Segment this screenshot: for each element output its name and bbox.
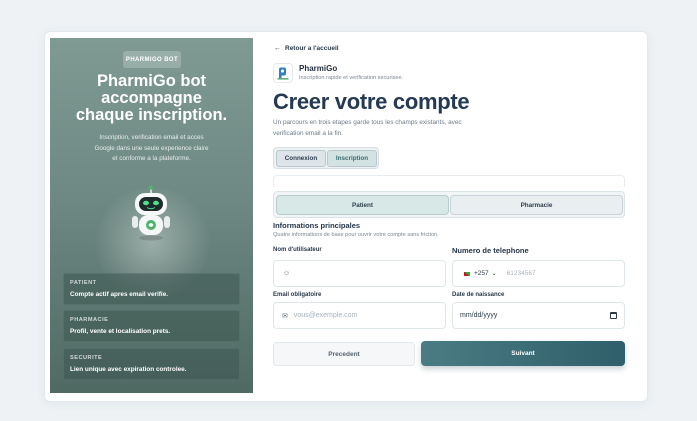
phone-label: Numero de telephone: [452, 246, 529, 255]
hero-title-line: chaque inscription.: [75, 106, 228, 124]
info-card-security: SECURITE Lien unique avec expiration con…: [63, 348, 240, 380]
burundi-flag-icon: [463, 270, 471, 277]
card-key: PHARMACIE: [70, 317, 109, 323]
next-button[interactable]: Suivant: [421, 341, 625, 366]
section-title: Informations principales: [273, 221, 361, 230]
chevron-down-icon: ⌄: [491, 271, 497, 277]
robot-mascot-icon: [132, 185, 170, 241]
page-title: Creer votre compte: [273, 89, 470, 114]
phone-input[interactable]: 61234567: [507, 270, 536, 277]
email-label: Email obligatoire: [273, 292, 322, 298]
card-value: Lien unique avec expiration controlee.: [70, 366, 187, 373]
hero-desc-line: Inscription, verification email et acces: [99, 134, 204, 141]
card-value: Compte actif apres email verifie.: [70, 291, 169, 298]
page-intro: Un parcours en trois etapes garde tous l…: [273, 117, 503, 139]
role-tab-pharmacy[interactable]: Pharmacie: [450, 195, 623, 215]
hero-desc-line: et conforme a la plateforme.: [112, 155, 191, 162]
intro-line: verification email a la fin.: [273, 130, 343, 137]
birthdate-label: Date de naissance: [452, 292, 505, 298]
card-key: PATIENT: [70, 280, 97, 286]
previous-button[interactable]: Precedent: [273, 342, 415, 366]
country-code: +257: [474, 270, 489, 277]
hero-desc-line: Google dans une seule experience claire: [94, 144, 209, 152]
card-key: SECURITE: [70, 355, 103, 361]
tab-signup[interactable]: Inscription: [327, 150, 377, 167]
user-icon: ☺: [283, 270, 291, 277]
pharmigo-logo-icon: [277, 67, 289, 79]
bot-badge: PHARMIGO BOT: [123, 51, 181, 68]
tab-login[interactable]: Connexion: [276, 150, 326, 167]
email-field[interactable]: ✉ vous@exemple.com: [273, 302, 446, 329]
calendar-icon[interactable]: [610, 312, 617, 319]
back-label: Retour a l'accueil: [285, 45, 339, 52]
arrow-left-icon: ←: [274, 45, 281, 52]
role-tab-patient[interactable]: Patient: [276, 195, 449, 215]
birthdate-placeholder: mm/dd/yyyy: [460, 312, 498, 319]
birthdate-field[interactable]: mm/dd/yyyy: [452, 302, 625, 329]
hero-title-line: accompagne: [101, 89, 202, 107]
left-hero-panel: PHARMIGO BOT PharmiGo bot accompagne cha…: [50, 38, 253, 393]
section-subtitle: Quatre informations de base pour ouvrir …: [273, 232, 439, 238]
info-card-pharmacy: PHARMACIE Profil, vente et localisation …: [63, 310, 240, 342]
signup-form-panel: ← Retour a l'accueil PharmiGo Inscriptio…: [258, 31, 648, 402]
brand-subtitle: Inscription rapide et verification secur…: [299, 75, 404, 81]
country-selector[interactable]: +257 ⌄: [463, 270, 505, 277]
progress-divider: [273, 175, 625, 187]
username-field[interactable]: ☺: [273, 260, 446, 287]
hero-title-line: PharmiGo bot: [96, 72, 207, 90]
mail-icon: ✉: [282, 312, 288, 320]
hero-description: Inscription, verification email et acces…: [78, 133, 225, 165]
back-to-home-link[interactable]: ← Retour a l'accueil: [274, 45, 339, 52]
hero-title: PharmiGo bot accompagne chaque inscripti…: [56, 73, 247, 124]
auth-mode-switch: Connexion Inscription: [273, 147, 379, 169]
email-placeholder: vous@exemple.com: [293, 312, 358, 319]
info-card-patient: PATIENT Compte actif apres email verifie…: [63, 273, 240, 305]
intro-line: Un parcours en trois etapes garde tous l…: [273, 119, 462, 126]
pharmigo-logo: [273, 63, 293, 83]
phone-field: +257 ⌄ 61234567: [452, 260, 625, 287]
brand-name: PharmiGo: [299, 64, 338, 73]
username-label: Nom d'utilisateur: [273, 247, 322, 253]
card-value: Profil, vente et localisation prets.: [70, 328, 171, 335]
account-type-switch: Patient Pharmacie: [273, 191, 625, 218]
